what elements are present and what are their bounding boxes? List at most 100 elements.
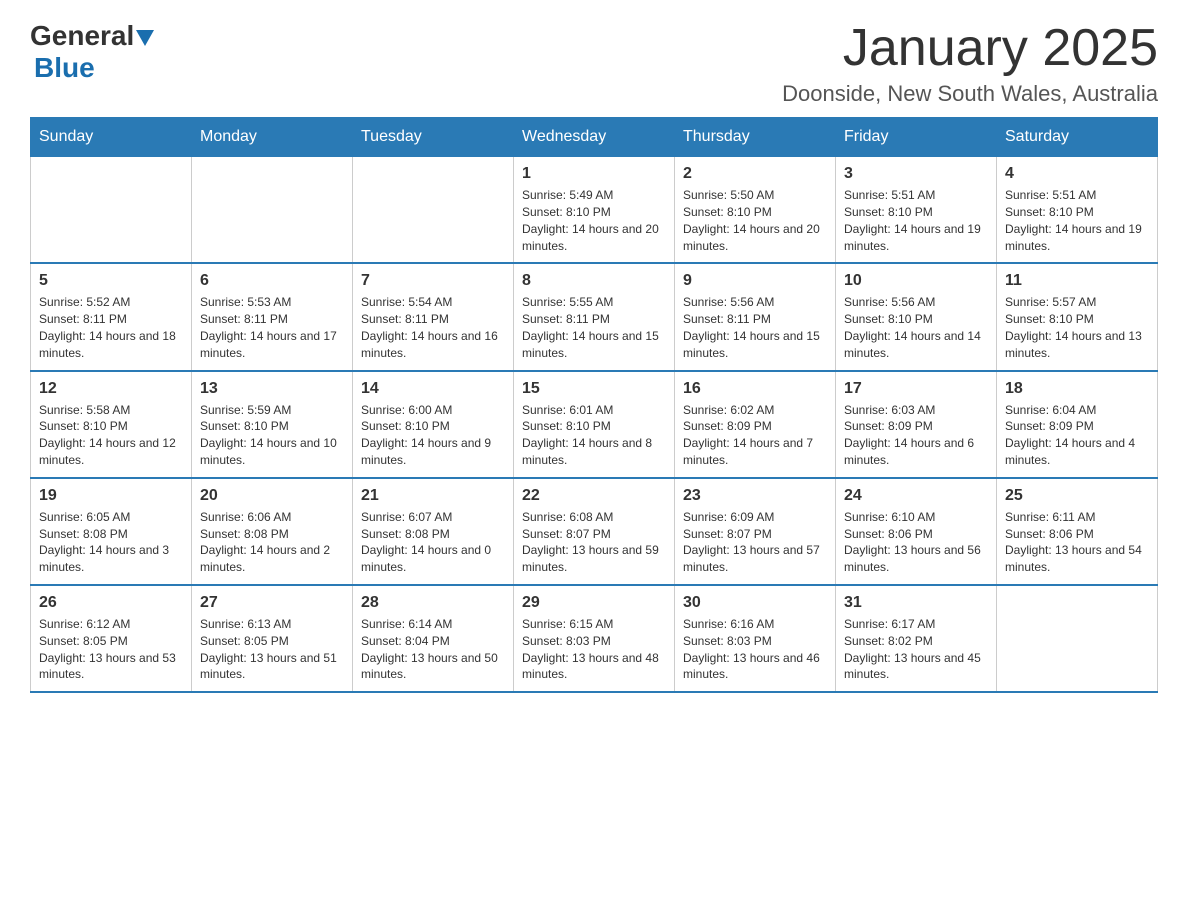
day-info: Sunrise: 6:15 AMSunset: 8:03 PMDaylight:…	[522, 616, 666, 683]
day-number: 5	[39, 272, 183, 290]
day-number: 13	[200, 380, 344, 398]
header-row: Sunday Monday Tuesday Wednesday Thursday…	[31, 118, 1158, 157]
calendar-week-1: 1 Sunrise: 5:49 AMSunset: 8:10 PMDaylight…	[31, 157, 1158, 264]
day-info: Sunrise: 5:53 AMSunset: 8:11 PMDaylight:…	[200, 294, 344, 361]
calendar-cell: 22 Sunrise: 6:08 AMSunset: 8:07 PMDayligh…	[514, 478, 675, 585]
day-number: 4	[1005, 165, 1149, 183]
day-info: Sunrise: 5:56 AMSunset: 8:10 PMDaylight:…	[844, 294, 988, 361]
day-number: 12	[39, 380, 183, 398]
day-number: 9	[683, 272, 827, 290]
day-info: Sunrise: 5:50 AMSunset: 8:10 PMDaylight:…	[683, 187, 827, 254]
day-number: 14	[361, 380, 505, 398]
logo-triangle-container	[134, 20, 154, 52]
col-saturday: Saturday	[997, 118, 1158, 157]
day-info: Sunrise: 6:08 AMSunset: 8:07 PMDaylight:…	[522, 509, 666, 576]
day-number: 8	[522, 272, 666, 290]
calendar-week-2: 5Sunrise: 5:52 AMSunset: 8:11 PMDaylight…	[31, 263, 1158, 370]
calendar-cell: 12 Sunrise: 5:58 AMSunset: 8:10 PMDayligh…	[31, 371, 192, 478]
day-number: 6	[200, 272, 344, 290]
day-info: Sunrise: 6:00 AMSunset: 8:10 PMDaylight:…	[361, 402, 505, 469]
col-monday: Monday	[192, 118, 353, 157]
col-wednesday: Wednesday	[514, 118, 675, 157]
calendar-body: 1 Sunrise: 5:49 AMSunset: 8:10 PMDaylight…	[31, 157, 1158, 692]
calendar-cell: 16 Sunrise: 6:02 AMSunset: 8:09 PMDayligh…	[675, 371, 836, 478]
calendar-cell: 18Sunrise: 6:04 AMSunset: 8:09 PMDayligh…	[997, 371, 1158, 478]
calendar-cell: 4 Sunrise: 5:51 AMSunset: 8:10 PMDaylight…	[997, 157, 1158, 264]
day-number: 22	[522, 487, 666, 505]
day-number: 23	[683, 487, 827, 505]
day-info: Sunrise: 6:05 AMSunset: 8:08 PMDaylight:…	[39, 509, 183, 576]
day-number: 30	[683, 594, 827, 612]
calendar-cell: 29 Sunrise: 6:15 AMSunset: 8:03 PMDayligh…	[514, 585, 675, 692]
calendar-cell: 21Sunrise: 6:07 AMSunset: 8:08 PMDayligh…	[353, 478, 514, 585]
day-info: Sunrise: 5:51 AMSunset: 8:10 PMDaylight:…	[1005, 187, 1149, 254]
day-number: 2	[683, 165, 827, 183]
col-thursday: Thursday	[675, 118, 836, 157]
calendar-cell: 17 Sunrise: 6:03 AMSunset: 8:09 PMDayligh…	[836, 371, 997, 478]
calendar-cell	[31, 157, 192, 264]
day-info: Sunrise: 6:04 AMSunset: 8:09 PMDaylight:…	[1005, 402, 1149, 469]
calendar-cell: 8 Sunrise: 5:55 AMSunset: 8:11 PMDaylight…	[514, 263, 675, 370]
col-friday: Friday	[836, 118, 997, 157]
calendar-cell: 11Sunrise: 5:57 AMSunset: 8:10 PMDayligh…	[997, 263, 1158, 370]
logo: General Blue	[30, 20, 154, 84]
day-info: Sunrise: 6:13 AMSunset: 8:05 PMDaylight:…	[200, 616, 344, 683]
day-info: Sunrise: 6:12 AMSunset: 8:05 PMDaylight:…	[39, 616, 183, 683]
calendar-cell: 28 Sunrise: 6:14 AMSunset: 8:04 PMDayligh…	[353, 585, 514, 692]
calendar-cell: 26Sunrise: 6:12 AMSunset: 8:05 PMDayligh…	[31, 585, 192, 692]
day-number: 27	[200, 594, 344, 612]
calendar-table: Sunday Monday Tuesday Wednesday Thursday…	[30, 117, 1158, 693]
day-number: 1	[522, 165, 666, 183]
day-info: Sunrise: 6:14 AMSunset: 8:04 PMDaylight:…	[361, 616, 505, 683]
page-header: General Blue January 2025 Doonside, New …	[30, 20, 1158, 107]
calendar-cell: 31 Sunrise: 6:17 AMSunset: 8:02 PMDayligh…	[836, 585, 997, 692]
calendar-cell: 3Sunrise: 5:51 AMSunset: 8:10 PMDaylight…	[836, 157, 997, 264]
day-number: 24	[844, 487, 988, 505]
calendar-week-3: 12 Sunrise: 5:58 AMSunset: 8:10 PMDayligh…	[31, 371, 1158, 478]
day-number: 21	[361, 487, 505, 505]
calendar-cell: 20Sunrise: 6:06 AMSunset: 8:08 PMDayligh…	[192, 478, 353, 585]
calendar-cell: 24 Sunrise: 6:10 AMSunset: 8:06 PMDayligh…	[836, 478, 997, 585]
logo-text-black: General	[30, 20, 134, 52]
calendar-cell: 15 Sunrise: 6:01 AMSunset: 8:10 PMDayligh…	[514, 371, 675, 478]
calendar-week-4: 19 Sunrise: 6:05 AMSunset: 8:08 PMDayligh…	[31, 478, 1158, 585]
calendar-cell: 1 Sunrise: 5:49 AMSunset: 8:10 PMDaylight…	[514, 157, 675, 264]
day-info: Sunrise: 6:17 AMSunset: 8:02 PMDaylight:…	[844, 616, 988, 683]
day-number: 20	[200, 487, 344, 505]
day-info: Sunrise: 6:02 AMSunset: 8:09 PMDaylight:…	[683, 402, 827, 469]
day-info: Sunrise: 6:09 AMSunset: 8:07 PMDaylight:…	[683, 509, 827, 576]
calendar-cell: 23 Sunrise: 6:09 AMSunset: 8:07 PMDayligh…	[675, 478, 836, 585]
calendar-cell: 25Sunrise: 6:11 AMSunset: 8:06 PMDayligh…	[997, 478, 1158, 585]
calendar-cell: 10Sunrise: 5:56 AMSunset: 8:10 PMDayligh…	[836, 263, 997, 370]
calendar-week-5: 26Sunrise: 6:12 AMSunset: 8:05 PMDayligh…	[31, 585, 1158, 692]
calendar-cell: 2 Sunrise: 5:50 AMSunset: 8:10 PMDaylight…	[675, 157, 836, 264]
day-number: 28	[361, 594, 505, 612]
day-number: 29	[522, 594, 666, 612]
day-info: Sunrise: 6:10 AMSunset: 8:06 PMDaylight:…	[844, 509, 988, 576]
day-number: 19	[39, 487, 183, 505]
day-info: Sunrise: 6:16 AMSunset: 8:03 PMDaylight:…	[683, 616, 827, 683]
month-title: January 2025	[782, 20, 1158, 77]
day-info: Sunrise: 5:56 AMSunset: 8:11 PMDaylight:…	[683, 294, 827, 361]
day-info: Sunrise: 5:58 AMSunset: 8:10 PMDaylight:…	[39, 402, 183, 469]
day-number: 17	[844, 380, 988, 398]
day-info: Sunrise: 6:01 AMSunset: 8:10 PMDaylight:…	[522, 402, 666, 469]
day-number: 16	[683, 380, 827, 398]
day-number: 31	[844, 594, 988, 612]
day-info: Sunrise: 5:57 AMSunset: 8:10 PMDaylight:…	[1005, 294, 1149, 361]
day-info: Sunrise: 6:03 AMSunset: 8:09 PMDaylight:…	[844, 402, 988, 469]
day-info: Sunrise: 5:49 AMSunset: 8:10 PMDaylight:…	[522, 187, 666, 254]
title-block: January 2025 Doonside, New South Wales, …	[782, 20, 1158, 107]
day-info: Sunrise: 5:54 AMSunset: 8:11 PMDaylight:…	[361, 294, 505, 361]
calendar-cell: 30 Sunrise: 6:16 AMSunset: 8:03 PMDayligh…	[675, 585, 836, 692]
calendar-header: Sunday Monday Tuesday Wednesday Thursday…	[31, 118, 1158, 157]
day-info: Sunrise: 5:55 AMSunset: 8:11 PMDaylight:…	[522, 294, 666, 361]
day-number: 15	[522, 380, 666, 398]
day-info: Sunrise: 5:51 AMSunset: 8:10 PMDaylight:…	[844, 187, 988, 254]
calendar-cell	[353, 157, 514, 264]
logo-text-blue: Blue	[34, 52, 95, 83]
calendar-cell: 13Sunrise: 5:59 AMSunset: 8:10 PMDayligh…	[192, 371, 353, 478]
day-number: 25	[1005, 487, 1149, 505]
calendar-cell: 6 Sunrise: 5:53 AMSunset: 8:11 PMDaylight…	[192, 263, 353, 370]
location-title: Doonside, New South Wales, Australia	[782, 81, 1158, 107]
